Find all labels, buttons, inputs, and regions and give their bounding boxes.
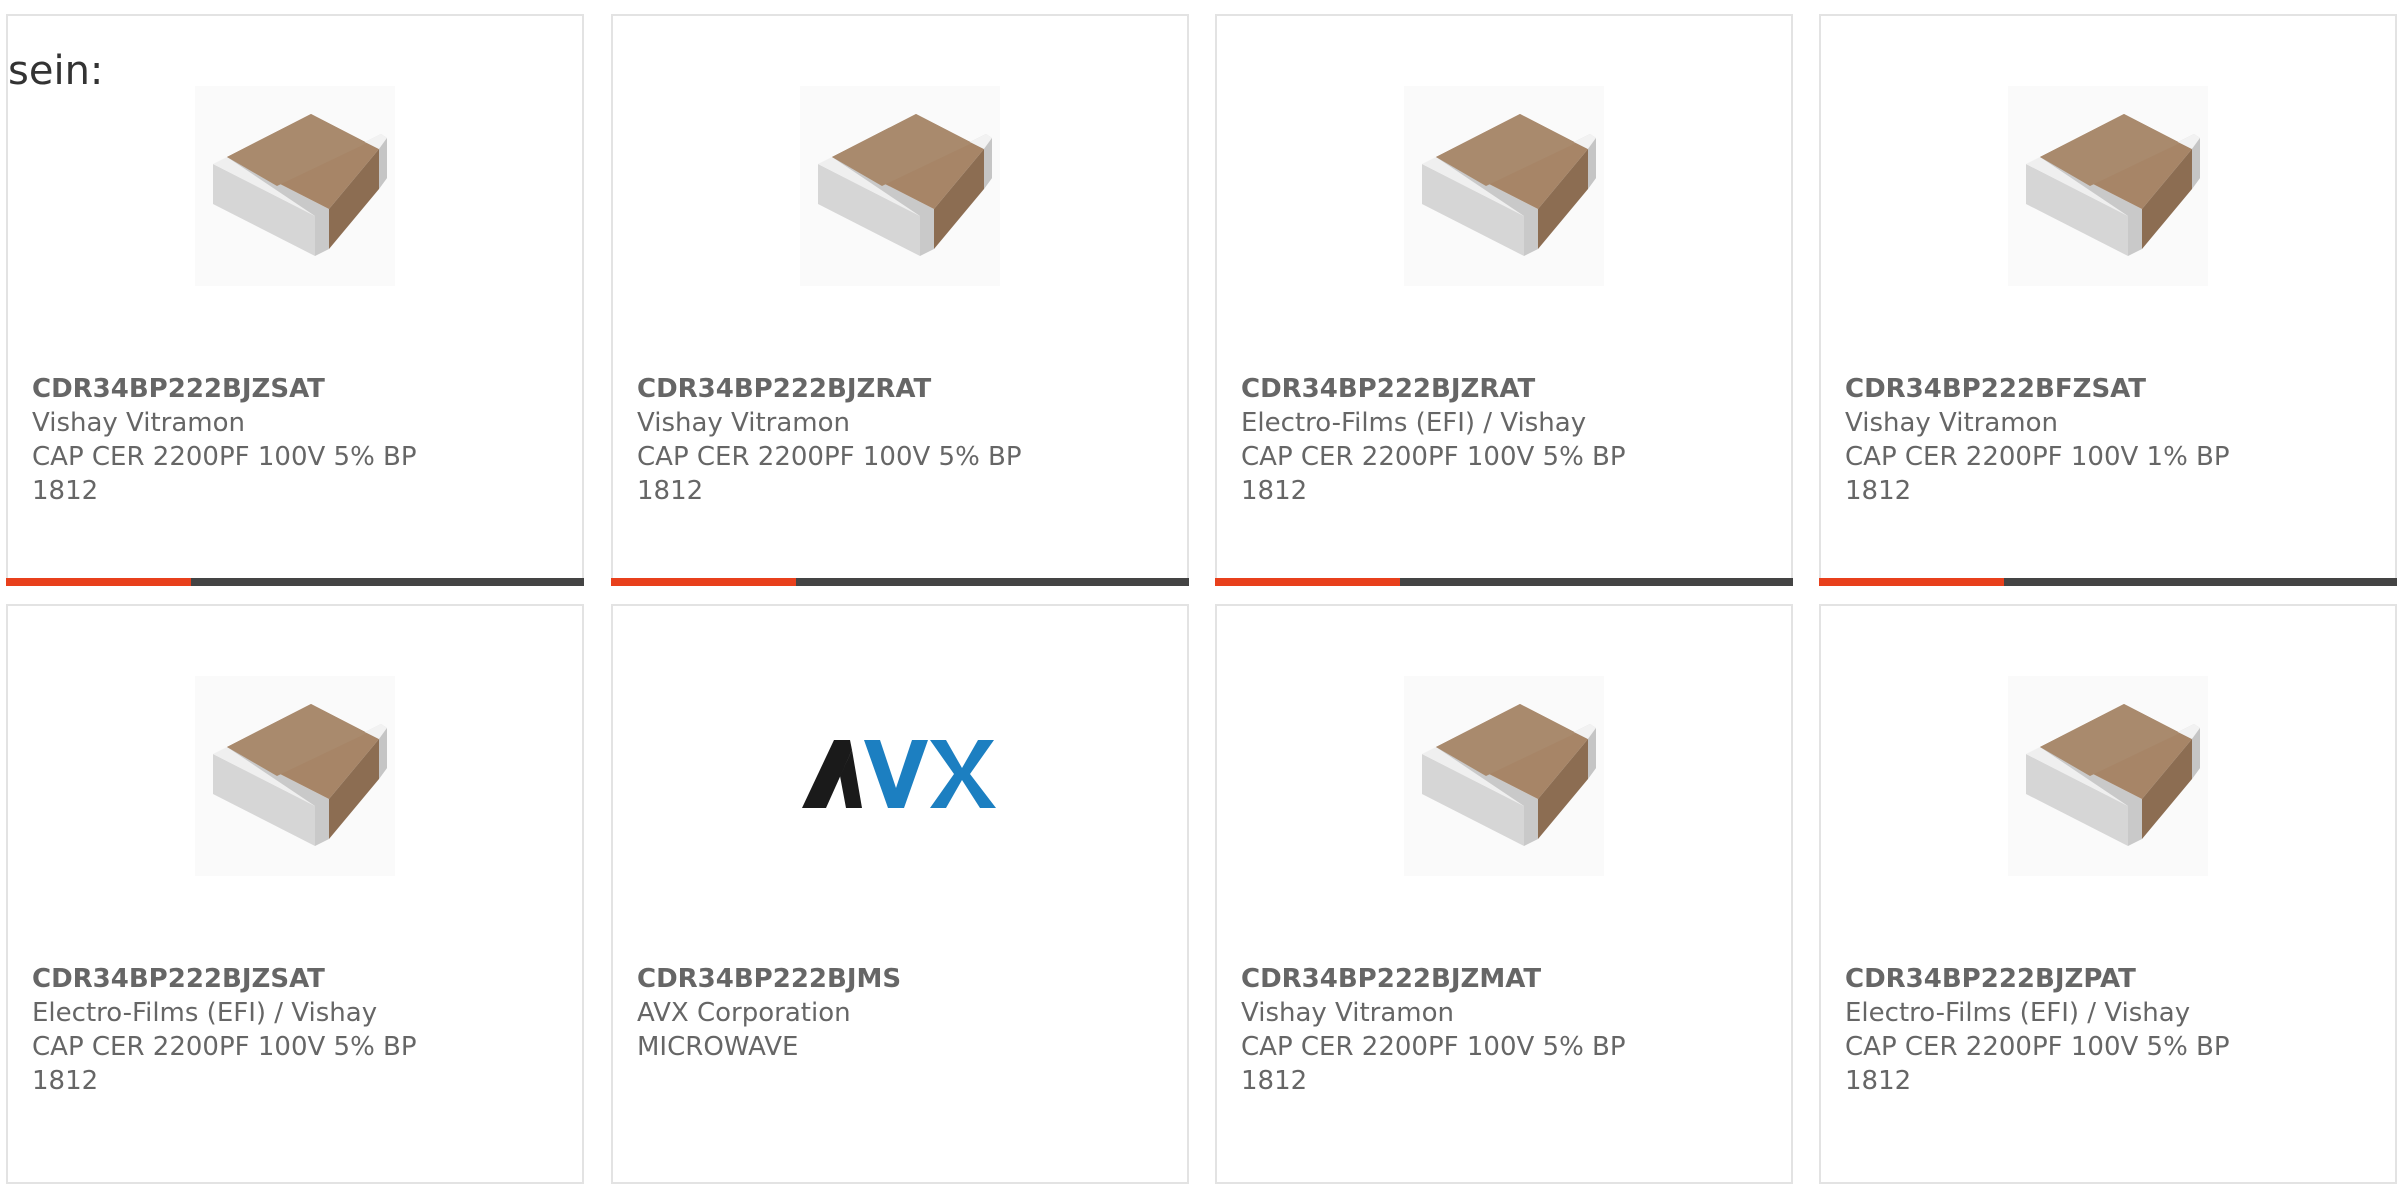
manufacturer: AVX Corporation bbox=[637, 998, 851, 1028]
description-line-2: 1812 bbox=[1241, 476, 1308, 506]
page-heading: sein: bbox=[8, 48, 104, 94]
ceramic-capacitor-chip-icon bbox=[2008, 676, 2208, 876]
avx-logo bbox=[800, 676, 1000, 876]
product-card[interactable]: CDR34BP222BJZSAT Electro-Films (EFI) / V… bbox=[6, 604, 584, 1184]
description-line-1: MICROWAVE bbox=[637, 1032, 799, 1062]
description-line-2: 1812 bbox=[637, 476, 704, 506]
ceramic-capacitor-chip-icon bbox=[1404, 86, 1604, 286]
part-number: CDR34BP222BJZSAT bbox=[32, 964, 325, 994]
manufacturer: Electro-Films (EFI) / Vishay bbox=[1845, 998, 2191, 1028]
manufacturer: Vishay Vitramon bbox=[32, 408, 246, 438]
progress-bar bbox=[611, 578, 1189, 586]
description-line-2: 1812 bbox=[1241, 1066, 1308, 1096]
progress-fill bbox=[1819, 578, 2004, 586]
product-card[interactable]: CDR34BP222BFZSAT Vishay Vitramon CAP CER… bbox=[1819, 14, 2397, 586]
description-line-1: CAP CER 2200PF 100V 5% BP bbox=[637, 442, 1022, 472]
description-line-2: 1812 bbox=[32, 476, 99, 506]
product-card[interactable]: CDR34BP222BJZRAT Electro-Films (EFI) / V… bbox=[1215, 14, 1793, 586]
manufacturer: Electro-Films (EFI) / Vishay bbox=[32, 998, 378, 1028]
progress-fill bbox=[611, 578, 796, 586]
product-card[interactable]: CDR34BP222BJMS AVX Corporation MICROWAVE bbox=[611, 604, 1189, 1184]
progress-fill bbox=[1215, 578, 1400, 586]
ceramic-capacitor-chip-icon bbox=[1404, 676, 1604, 876]
description-line-1: CAP CER 2200PF 100V 5% BP bbox=[32, 1032, 417, 1062]
progress-bar bbox=[1819, 578, 2397, 586]
product-card[interactable]: CDR34BP222BJZRAT Vishay Vitramon CAP CER… bbox=[611, 14, 1189, 586]
description-line-1: CAP CER 2200PF 100V 5% BP bbox=[1241, 442, 1626, 472]
part-number: CDR34BP222BJZPAT bbox=[1845, 964, 2136, 994]
part-number: CDR34BP222BJZRAT bbox=[637, 374, 932, 404]
product-grid: CDR34BP222BJZSAT Vishay Vitramon CAP CER… bbox=[0, 0, 2400, 1184]
description-line-1: CAP CER 2200PF 100V 5% BP bbox=[1241, 1032, 1626, 1062]
manufacturer: Vishay Vitramon bbox=[637, 408, 851, 438]
part-number: CDR34BP222BJMS bbox=[637, 964, 902, 994]
progress-bar bbox=[1215, 578, 1793, 586]
manufacturer: Vishay Vitramon bbox=[1845, 408, 2059, 438]
progress-fill bbox=[6, 578, 191, 586]
ceramic-capacitor-chip-icon bbox=[800, 86, 1000, 286]
ceramic-capacitor-chip-icon bbox=[2008, 86, 2208, 286]
part-number: CDR34BP222BJZSAT bbox=[32, 374, 325, 404]
description-line-1: CAP CER 2200PF 100V 5% BP bbox=[1845, 1032, 2230, 1062]
progress-bar bbox=[6, 578, 584, 586]
description-line-2: 1812 bbox=[1845, 1066, 1912, 1096]
product-card[interactable]: CDR34BP222BJZMAT Vishay Vitramon CAP CER… bbox=[1215, 604, 1793, 1184]
part-number: CDR34BP222BJZRAT bbox=[1241, 374, 1536, 404]
description-line-2: 1812 bbox=[1845, 476, 1912, 506]
part-number: CDR34BP222BJZMAT bbox=[1241, 964, 1542, 994]
manufacturer: Vishay Vitramon bbox=[1241, 998, 1455, 1028]
ceramic-capacitor-chip-icon bbox=[195, 86, 395, 286]
ceramic-capacitor-chip-icon bbox=[195, 676, 395, 876]
description-line-1: CAP CER 2200PF 100V 1% BP bbox=[1845, 442, 2230, 472]
description-line-2: 1812 bbox=[32, 1066, 99, 1096]
part-number: CDR34BP222BFZSAT bbox=[1845, 374, 2147, 404]
description-line-1: CAP CER 2200PF 100V 5% BP bbox=[32, 442, 417, 472]
product-card[interactable]: CDR34BP222BJZPAT Electro-Films (EFI) / V… bbox=[1819, 604, 2397, 1184]
manufacturer: Electro-Films (EFI) / Vishay bbox=[1241, 408, 1587, 438]
product-card[interactable]: CDR34BP222BJZSAT Vishay Vitramon CAP CER… bbox=[6, 14, 584, 586]
